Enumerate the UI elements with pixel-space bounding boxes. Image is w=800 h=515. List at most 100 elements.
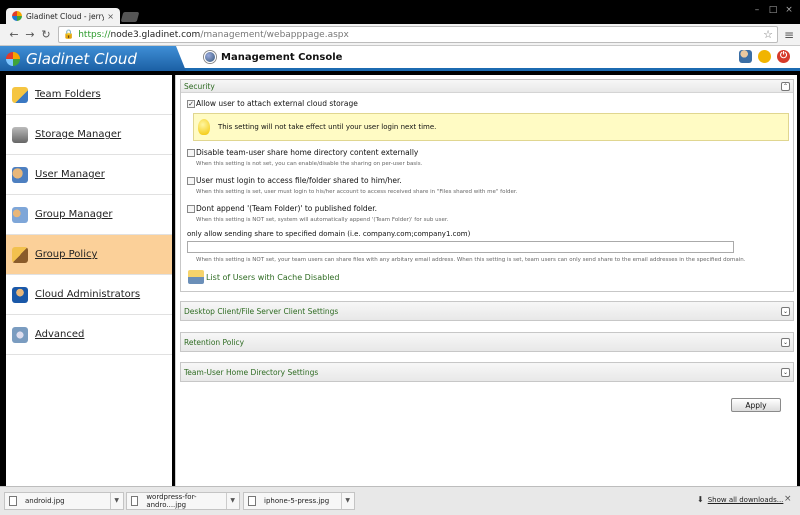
option-hint: When this setting is NOT set, system wil… <box>196 217 449 223</box>
collapse-icon[interactable]: ⌃ <box>781 81 790 91</box>
download-arrow-icon: ⬇ <box>697 495 704 504</box>
sidebar-item-label: Advanced <box>35 329 85 340</box>
notice-banner: This setting will not take effect until … <box>193 113 789 141</box>
dont-append-checkbox[interactable] <box>187 204 195 213</box>
option-must-login[interactable]: User must login to access file/folder sh… <box>187 176 402 185</box>
download-item[interactable]: wordpress-for-andro....jpg ▼ <box>126 492 240 510</box>
window-controls: – □ × <box>750 4 796 16</box>
sidebar-item-group-manager[interactable]: Group Manager <box>6 195 172 235</box>
back-arrow-icon[interactable]: ← <box>6 28 22 41</box>
downloads-bar: android.jpg ▼ wordpress-for-andro....jpg… <box>0 486 800 515</box>
disable-share-home-checkbox[interactable] <box>187 148 195 157</box>
option-label: Dont append '(Team Folder)' to published… <box>196 204 378 213</box>
url-path: /management/webapppage.aspx <box>200 29 349 40</box>
minimize-icon[interactable]: – <box>750 4 764 16</box>
sidebar-item-storage-manager[interactable]: Storage Manager <box>6 115 172 155</box>
retention-policy-panel-header[interactable]: Retention Policy ⌄ <box>181 333 793 351</box>
address-bar-row: ← → ↻ 🔒 https:// node3.gladinet.com /man… <box>0 24 800 46</box>
sidebar-item-label: Storage Manager <box>35 129 122 140</box>
team-folders-icon <box>12 86 28 103</box>
tab-title: Gladinet Cloud - jerry hua <box>26 11 105 21</box>
reload-icon[interactable]: ↻ <box>38 28 54 41</box>
domain-restriction-label: only allow sending share to specified do… <box>187 230 471 238</box>
option-dont-append-team-folder[interactable]: Dont append '(Team Folder)' to published… <box>187 204 377 213</box>
console-heading: Management Console <box>204 51 342 63</box>
notice-text: This setting will not take effect until … <box>218 123 437 131</box>
cache-disabled-users-link[interactable]: List of Users with Cache Disabled <box>188 270 339 284</box>
option-allow-external-storage[interactable]: ✓ Allow user to attach external cloud st… <box>187 99 358 108</box>
main-content: Security ⌃ ✓ Allow user to attach extern… <box>175 75 797 486</box>
security-panel-header[interactable]: Security ⌃ <box>181 80 793 93</box>
retention-policy-panel-title: Retention Policy <box>184 337 245 347</box>
apply-button[interactable]: Apply <box>731 398 781 412</box>
team-user-home-panel-header[interactable]: Team-User Home Directory Settings ⌄ <box>181 363 793 381</box>
brand-logo: Gladinet Cloud <box>0 46 186 71</box>
option-hint: When this setting is not set, you can en… <box>196 161 423 167</box>
desktop-client-panel-title: Desktop Client/File Server Client Settin… <box>184 306 339 316</box>
domain-restriction-input[interactable] <box>187 241 734 253</box>
power-icon[interactable]: ⏻ <box>777 50 790 63</box>
security-panel-title: Security <box>184 81 215 91</box>
show-all-downloads-label: Show all downloads... <box>707 495 784 504</box>
sidebar-item-cloud-administrators[interactable]: Cloud Administrators <box>6 275 172 315</box>
menu-icon[interactable]: ≡ <box>784 28 794 42</box>
sidebar-item-user-manager[interactable]: User Manager <box>6 155 172 195</box>
sidebar-item-group-policy[interactable]: Group Policy <box>6 235 172 275</box>
chat-icon[interactable] <box>758 50 771 63</box>
sidebar-item-team-folders[interactable]: Team Folders <box>6 75 172 115</box>
file-icon <box>248 496 256 506</box>
browser-tab[interactable]: Gladinet Cloud - jerry hua × <box>6 8 120 24</box>
sidebar-item-label: Group Manager <box>35 209 113 220</box>
expand-icon[interactable]: ⌄ <box>781 306 790 316</box>
star-icon[interactable]: ☆ <box>763 28 773 41</box>
new-tab-button[interactable] <box>120 12 140 22</box>
download-filename: iphone-5-press.jpg <box>264 497 330 505</box>
download-filename: android.jpg <box>25 497 65 505</box>
chevron-down-icon[interactable]: ▼ <box>226 493 235 509</box>
browser-tab-strip: Gladinet Cloud - jerry hua × – □ × <box>0 0 800 24</box>
domain-restriction-hint: When this setting is NOT set, your team … <box>196 257 746 263</box>
sidebar-item-advanced[interactable]: Advanced <box>6 315 172 355</box>
group-manager-icon <box>12 206 28 223</box>
chevron-down-icon[interactable]: ▼ <box>110 493 119 509</box>
url-input[interactable]: 🔒 https:// node3.gladinet.com /managemen… <box>58 26 778 43</box>
globe-icon <box>204 51 216 63</box>
download-item[interactable]: android.jpg ▼ <box>4 492 124 510</box>
url-scheme: https:// <box>78 29 111 40</box>
brand-name: Gladinet Cloud <box>26 49 137 68</box>
close-tab-icon[interactable]: × <box>107 12 114 21</box>
sidebar-item-label: Group Policy <box>35 249 98 260</box>
allow-external-storage-checkbox[interactable]: ✓ <box>187 99 195 108</box>
option-label: User must login to access file/folder sh… <box>196 176 402 185</box>
sidebar: Team Folders Storage Manager User Manage… <box>6 75 172 486</box>
group-policy-icon <box>12 246 28 263</box>
maximize-icon[interactable]: □ <box>766 4 780 16</box>
option-disable-share-home[interactable]: Disable team-user share home directory c… <box>187 148 418 157</box>
file-icon <box>131 496 139 506</box>
expand-icon[interactable]: ⌄ <box>781 367 790 377</box>
gladinet-logo-icon <box>6 51 20 66</box>
sidebar-item-label: Team Folders <box>35 89 101 100</box>
close-window-icon[interactable]: × <box>782 4 796 16</box>
download-filename: wordpress-for-andro....jpg <box>146 493 197 509</box>
security-panel: Security ⌃ ✓ Allow user to attach extern… <box>180 79 794 292</box>
expand-icon[interactable]: ⌄ <box>781 337 790 347</box>
close-downloads-icon[interactable]: × <box>784 494 792 504</box>
desktop-client-panel-header[interactable]: Desktop Client/File Server Client Settin… <box>181 302 793 320</box>
team-user-home-panel: Team-User Home Directory Settings ⌄ <box>180 362 794 382</box>
user-icon[interactable] <box>739 50 752 63</box>
must-login-checkbox[interactable] <box>187 176 195 185</box>
retention-policy-panel: Retention Policy ⌄ <box>180 332 794 352</box>
download-item[interactable]: iphone-5-press.jpg ▼ <box>243 492 355 510</box>
forward-arrow-icon[interactable]: → <box>22 28 38 41</box>
option-label: Disable team-user share home directory c… <box>196 148 419 157</box>
file-icon <box>9 496 17 506</box>
page-title: Management Console <box>221 51 343 63</box>
header-actions: ⏻ <box>739 50 790 63</box>
option-label: Allow user to attach external cloud stor… <box>196 99 358 108</box>
chevron-down-icon[interactable]: ▼ <box>341 493 350 509</box>
show-all-downloads-link[interactable]: ⬇ Show all downloads... <box>697 495 783 504</box>
team-user-home-panel-title: Team-User Home Directory Settings <box>184 367 319 377</box>
desktop-client-panel: Desktop Client/File Server Client Settin… <box>180 301 794 321</box>
user-manager-icon <box>12 166 28 183</box>
